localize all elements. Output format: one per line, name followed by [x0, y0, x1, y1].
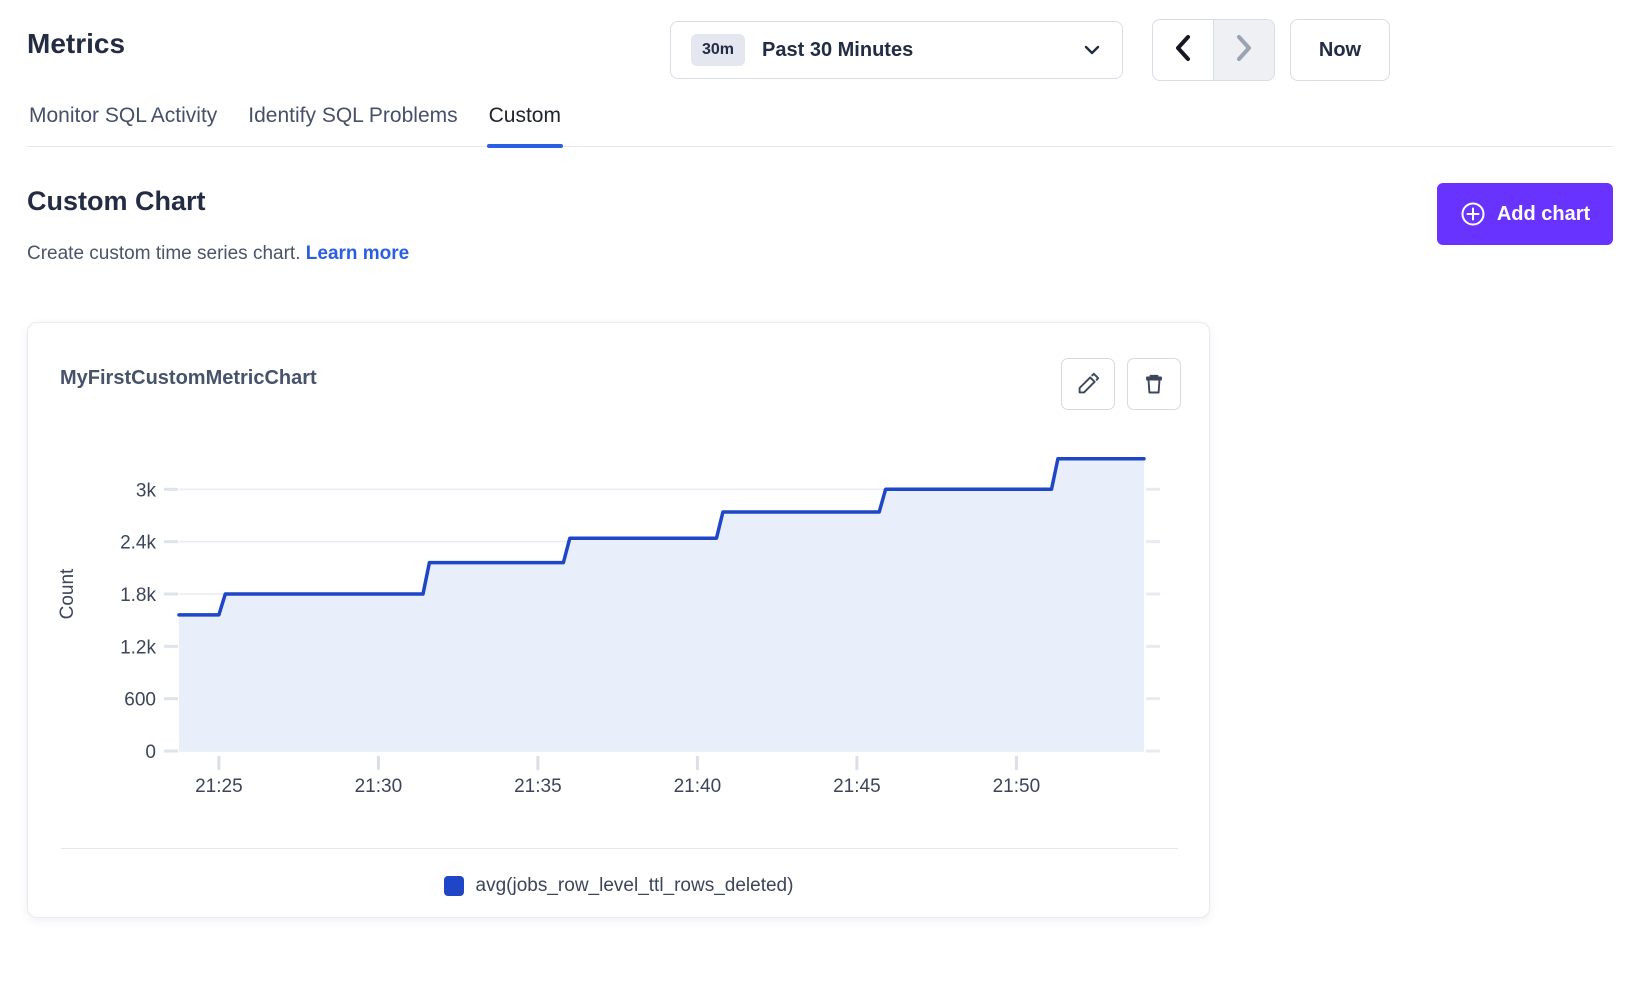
metrics-tabs: Monitor SQL Activity Identify SQL Proble… [27, 104, 1613, 147]
svg-text:2.4k: 2.4k [120, 533, 156, 554]
chevron-right-icon [1233, 33, 1255, 68]
custom-chart-card: MyFirstCustomMetricChart 06001.2k1.8k2.4… [27, 322, 1210, 918]
chevron-left-icon [1172, 33, 1194, 68]
svg-text:0: 0 [145, 742, 156, 763]
tab-identify-sql-problems[interactable]: Identify SQL Problems [246, 104, 459, 146]
svg-text:21:35: 21:35 [514, 776, 562, 797]
now-button[interactable]: Now [1290, 19, 1390, 81]
svg-text:600: 600 [124, 690, 156, 711]
svg-text:21:30: 21:30 [355, 776, 403, 797]
previous-time-button[interactable] [1153, 20, 1213, 80]
svg-text:21:45: 21:45 [833, 776, 881, 797]
svg-text:3k: 3k [136, 480, 157, 501]
custom-chart-canvas[interactable]: 0 600 1.2k 1.8k 2.4k 3k 21:25 21:30 21:35 21:40 21… [28, 323, 1211, 919]
metrics-page: Metrics 30m Past 30 Minutes Now Monitor … [0, 0, 1650, 982]
next-time-button-disabled[interactable] [1213, 20, 1274, 80]
time-range-label: Past 30 Minutes [762, 39, 913, 62]
learn-more-link[interactable]: Learn more [306, 243, 409, 264]
svg-text:21:40: 21:40 [674, 776, 722, 797]
svg-text:1.8k: 1.8k [120, 585, 156, 606]
tab-custom[interactable]: Custom [487, 104, 563, 146]
add-chart-button[interactable]: Add chart [1437, 183, 1613, 245]
legend-label: avg(jobs_row_level_ttl_rows_deleted) [476, 875, 794, 897]
chevron-down-icon [1082, 43, 1102, 57]
add-chart-label: Add chart [1497, 203, 1590, 226]
time-range-selector[interactable]: 30m Past 30 Minutes [670, 21, 1123, 79]
circled-plus-icon [1460, 201, 1486, 227]
section-description: Create custom time series chart. Learn m… [27, 243, 409, 265]
legend-swatch [444, 876, 464, 896]
tab-monitor-sql-activity[interactable]: Monitor SQL Activity [27, 104, 219, 146]
time-pager [1152, 19, 1275, 81]
chart-legend[interactable]: avg(jobs_row_level_ttl_rows_deleted) [28, 875, 1209, 897]
svg-text:21:25: 21:25 [195, 776, 243, 797]
time-range-badge: 30m [691, 34, 745, 66]
section-description-text: Create custom time series chart. [27, 243, 300, 264]
legend-divider [61, 848, 1178, 849]
section-heading: Custom Chart [27, 186, 206, 217]
svg-text:Count: Count [57, 568, 78, 619]
svg-text:1.2k: 1.2k [120, 637, 156, 658]
page-title: Metrics [27, 28, 125, 60]
svg-text:21:50: 21:50 [993, 776, 1041, 797]
